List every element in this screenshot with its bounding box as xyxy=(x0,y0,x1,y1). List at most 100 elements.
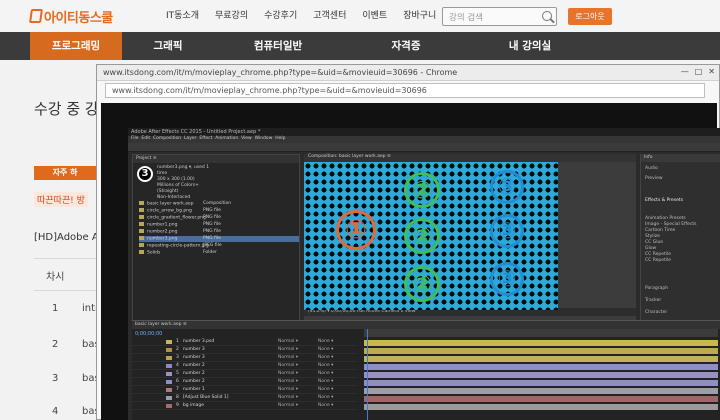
top-nav-item[interactable]: 장바구니 xyxy=(395,8,444,21)
ae-menu-item[interactable]: Window xyxy=(255,136,273,141)
layer-blend-mode[interactable]: Normal ▾ xyxy=(278,371,298,376)
info-panel-tab[interactable]: Info xyxy=(641,154,720,162)
layer-name[interactable]: number 3 xyxy=(183,355,205,360)
layer-blend-mode[interactable]: Normal ▾ xyxy=(278,379,298,384)
timeline-layer[interactable]: 8 [Adjust Blue Solid 1] Normal ▾ None ▾ xyxy=(132,395,357,402)
layer-duration-bar[interactable] xyxy=(364,356,718,362)
ae-menu-item[interactable]: Effect xyxy=(199,136,212,141)
layer-parent[interactable]: None ▾ xyxy=(318,403,333,408)
layer-blend-mode[interactable]: Normal ▾ xyxy=(278,395,298,400)
panel-item[interactable]: Animation Presets xyxy=(645,216,686,221)
layer-blend-mode[interactable]: Normal ▾ xyxy=(278,403,298,408)
layer-blend-mode[interactable]: Normal ▾ xyxy=(278,347,298,352)
timeline-timecode[interactable]: 0;00;00;00 xyxy=(135,331,162,337)
layer-duration-bar[interactable] xyxy=(364,404,718,410)
layer-duration-bar[interactable] xyxy=(364,380,718,386)
close-icon[interactable]: ✕ xyxy=(708,67,715,76)
timeline-layer[interactable]: 1 number 3.psd Normal ▾ None ▾ xyxy=(132,339,357,346)
main-nav-computer[interactable]: 컴퓨터일반 xyxy=(214,32,342,60)
panel-item[interactable]: Stylize xyxy=(645,234,660,239)
layer-blend-mode[interactable]: Normal ▾ xyxy=(278,355,298,360)
main-nav-my-classroom[interactable]: 내 강의실 xyxy=(470,32,590,60)
ae-menu-item[interactable]: Layer xyxy=(184,136,197,141)
layer-name[interactable]: bg image xyxy=(183,403,204,408)
timeline-layer[interactable]: 3 number 3 Normal ▾ None ▾ xyxy=(132,355,357,362)
layer-blend-mode[interactable]: Normal ▾ xyxy=(278,387,298,392)
top-nav-item[interactable]: 이벤트 xyxy=(354,8,395,21)
panel-item[interactable]: CC Glue xyxy=(645,240,663,245)
layer-name[interactable]: number 2 xyxy=(183,363,205,368)
layer-duration-bar[interactable] xyxy=(364,364,718,370)
project-file-item[interactable]: number2.png PNG file xyxy=(139,229,299,235)
timeline-tab[interactable]: basic layer work.aep ≡ xyxy=(132,321,720,329)
layer-name[interactable]: number 1 xyxy=(183,387,205,392)
layer-parent[interactable]: None ▾ xyxy=(318,395,333,400)
timeline-layer[interactable]: 4 number 2 Normal ▾ None ▾ xyxy=(132,363,357,370)
project-file-item[interactable]: number1.png PNG file xyxy=(139,222,299,228)
top-nav-item[interactable]: 무료강의 xyxy=(207,8,256,21)
search-input[interactable]: 강의 검색 xyxy=(442,7,557,26)
minimize-icon[interactable]: — xyxy=(681,67,689,76)
layer-color-swatch[interactable] xyxy=(166,388,172,392)
course-title[interactable]: [HD]Adobe Af xyxy=(34,232,102,243)
ae-toolbar[interactable] xyxy=(128,143,720,152)
main-nav-certificate[interactable]: 자격증 xyxy=(342,32,470,60)
layer-parent[interactable]: None ▾ xyxy=(318,355,333,360)
ae-project-tab[interactable]: Project ≡ xyxy=(133,155,299,163)
current-time-indicator[interactable] xyxy=(367,329,368,420)
address-bar[interactable]: www.itsdong.com/it/m/movieplay_chrome.ph… xyxy=(105,83,705,98)
timeline-ruler[interactable] xyxy=(364,329,718,337)
project-file-item[interactable]: circle_gradient_flower.png PNG file xyxy=(139,215,299,221)
maximize-icon[interactable]: □ xyxy=(695,67,703,76)
layer-color-swatch[interactable] xyxy=(166,372,172,376)
composition-canvas[interactable]: ① ② ② ② ③ ③ ③ xyxy=(304,162,558,310)
layer-duration-bar[interactable] xyxy=(364,348,718,354)
main-nav-graphic[interactable]: 그래픽 xyxy=(122,32,214,60)
project-file-item[interactable]: Solids Folder xyxy=(139,250,299,256)
timeline-layer[interactable]: 2 number 3 Normal ▾ None ▾ xyxy=(132,347,357,354)
ae-composition-tabs[interactable]: Composition: basic layer work.aep ≡ xyxy=(304,154,636,162)
frequent-button[interactable]: 자주 하 xyxy=(34,166,96,180)
project-file-item[interactable]: repeating-circle-pattern.jpg JPEG file xyxy=(139,243,299,249)
layer-duration-bar[interactable] xyxy=(364,372,718,378)
layer-color-swatch[interactable] xyxy=(166,348,172,352)
layer-duration-bar[interactable] xyxy=(364,396,718,402)
panel-item[interactable]: Image - Special Effects xyxy=(645,222,697,227)
ae-menu-item[interactable]: File xyxy=(131,136,139,141)
timeline-layer[interactable]: 6 number 2 Normal ▾ None ▾ xyxy=(132,379,357,386)
ae-menu-item[interactable]: Composition xyxy=(153,136,181,141)
logout-button[interactable]: 로그아웃 xyxy=(568,8,612,25)
composition-tab[interactable]: Composition: basic layer work.aep ≡ xyxy=(304,154,395,159)
layer-duration-bar[interactable] xyxy=(364,388,718,394)
layer-parent[interactable]: None ▾ xyxy=(318,347,333,352)
top-nav-item[interactable]: 수강후기 xyxy=(256,8,305,21)
layer-color-swatch[interactable] xyxy=(166,404,172,408)
layer-name[interactable]: number 2 xyxy=(183,371,205,376)
search-icon[interactable] xyxy=(542,11,552,21)
layer-name[interactable]: [Adjust Blue Solid 1] xyxy=(183,395,229,400)
timeline-layer[interactable]: 7 number 1 Normal ▾ None ▾ xyxy=(132,387,357,394)
layer-name[interactable]: number 3.psd xyxy=(183,339,214,344)
window-title-bar[interactable]: www.itsdong.com/it/m/movieplay_chrome.ph… xyxy=(97,65,719,81)
top-nav-item[interactable]: IT동소개 xyxy=(158,8,207,21)
ae-menu-item[interactable]: Animation xyxy=(215,136,238,141)
panel-item[interactable]: CC Repetile xyxy=(645,252,671,257)
panel-item[interactable]: Glow xyxy=(645,246,656,251)
layer-color-swatch[interactable] xyxy=(166,340,172,344)
ae-menu-item[interactable]: Help xyxy=(275,136,285,141)
timeline-layer[interactable]: 5 number 2 Normal ▾ None ▾ xyxy=(132,371,357,378)
project-file-item[interactable]: circle_arrow_bg.png PNG file xyxy=(139,208,299,214)
project-file-item[interactable]: basic layer work.aep Composition xyxy=(139,201,299,207)
layer-color-swatch[interactable] xyxy=(166,380,172,384)
layer-parent[interactable]: None ▾ xyxy=(318,339,333,344)
panel-item[interactable]: Audio xyxy=(645,166,658,171)
layer-color-swatch[interactable] xyxy=(166,356,172,360)
layer-color-swatch[interactable] xyxy=(166,364,172,368)
project-file-item-selected[interactable]: number3.png PNG file xyxy=(139,236,299,242)
panel-item[interactable]: Cartoon Time xyxy=(645,228,675,233)
ae-menu-item[interactable]: Edit xyxy=(141,136,150,141)
timeline-layer[interactable]: 9 bg image Normal ▾ None ▾ xyxy=(132,403,357,410)
layer-parent[interactable]: None ▾ xyxy=(318,371,333,376)
layer-blend-mode[interactable]: Normal ▾ xyxy=(278,339,298,344)
layer-name[interactable]: number 3 xyxy=(183,347,205,352)
